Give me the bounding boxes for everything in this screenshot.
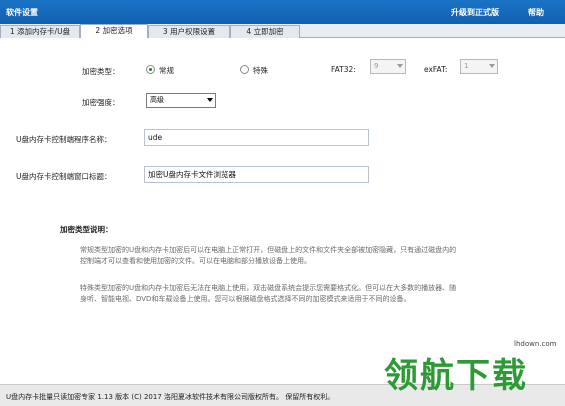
upgrade-link[interactable]: 升级到正式版 bbox=[451, 7, 499, 18]
fat32-select[interactable]: 9 bbox=[370, 59, 406, 74]
exfat-label: exFAT: bbox=[424, 65, 448, 74]
radio-special-label[interactable]: 特殊 bbox=[253, 65, 268, 76]
special-type-description: 特殊类型加密的U盘和内存卡加密后无法在电脑上使用，双击磁盘系统会提示您需要格式化… bbox=[80, 284, 457, 303]
tab-strip: 1 添加内存卡/U盘 2 加密选项 3 用户权限设置 4 立即加密 bbox=[0, 24, 565, 39]
tab-user-permissions[interactable]: 3 用户权限设置 bbox=[148, 25, 230, 38]
program-name-input[interactable]: ude bbox=[144, 129, 369, 146]
chevron-down-icon bbox=[207, 98, 213, 102]
tab-add-card[interactable]: 1 添加内存卡/U盘 bbox=[0, 25, 80, 38]
normal-type-description: 常规类型加密的U盘和内存卡加密后可以在电脑上正常打开，但磁盘上的文件和文件夹全部… bbox=[80, 246, 457, 265]
chevron-down-icon bbox=[489, 64, 495, 68]
window-title: 软件设置 bbox=[6, 8, 38, 17]
fat32-value: 9 bbox=[374, 62, 379, 70]
chevron-down-icon bbox=[397, 64, 403, 68]
help-link[interactable]: 帮助 bbox=[528, 7, 544, 18]
watermark-url: lhdown.com bbox=[514, 340, 557, 348]
copyright-text: U盘内存卡批量只读加密专家 1.13 版本 (C) 2017 洛阳夏冰软件技术有… bbox=[6, 393, 335, 401]
radio-normal[interactable] bbox=[146, 65, 155, 74]
exfat-value: 1 bbox=[464, 62, 469, 70]
encryption-strength-label: 加密强度： bbox=[82, 98, 120, 107]
tab-encryption-options[interactable]: 2 加密选项 bbox=[80, 24, 148, 39]
radio-normal-label[interactable]: 常规 bbox=[159, 65, 174, 76]
tab-encrypt-now[interactable]: 4 立即加密 bbox=[230, 25, 300, 38]
watermark-logo: 领航下载 bbox=[384, 356, 528, 396]
description-title: 加密类型说明： bbox=[60, 225, 113, 234]
window-title-label: U盘内存卡控制端窗口标题： bbox=[16, 172, 112, 181]
options-panel: 加密类型： 常规 特殊 FAT32: 9 exFAT: 1 加密强度： 高级 U… bbox=[0, 38, 565, 384]
exfat-select[interactable]: 1 bbox=[460, 59, 498, 74]
encryption-strength-value: 高级 bbox=[150, 96, 164, 104]
encryption-strength-select[interactable]: 高级 bbox=[146, 93, 216, 108]
fat32-label: FAT32: bbox=[331, 65, 356, 74]
radio-special[interactable] bbox=[240, 65, 249, 74]
program-name-label: U盘内存卡控制端程序名称： bbox=[16, 135, 112, 144]
window-title-input[interactable]: 加密U盘内存卡文件浏览器 bbox=[144, 166, 369, 183]
encryption-type-label: 加密类型： bbox=[82, 67, 120, 76]
title-bar: 软件设置 升级到正式版 帮助 bbox=[0, 0, 565, 24]
